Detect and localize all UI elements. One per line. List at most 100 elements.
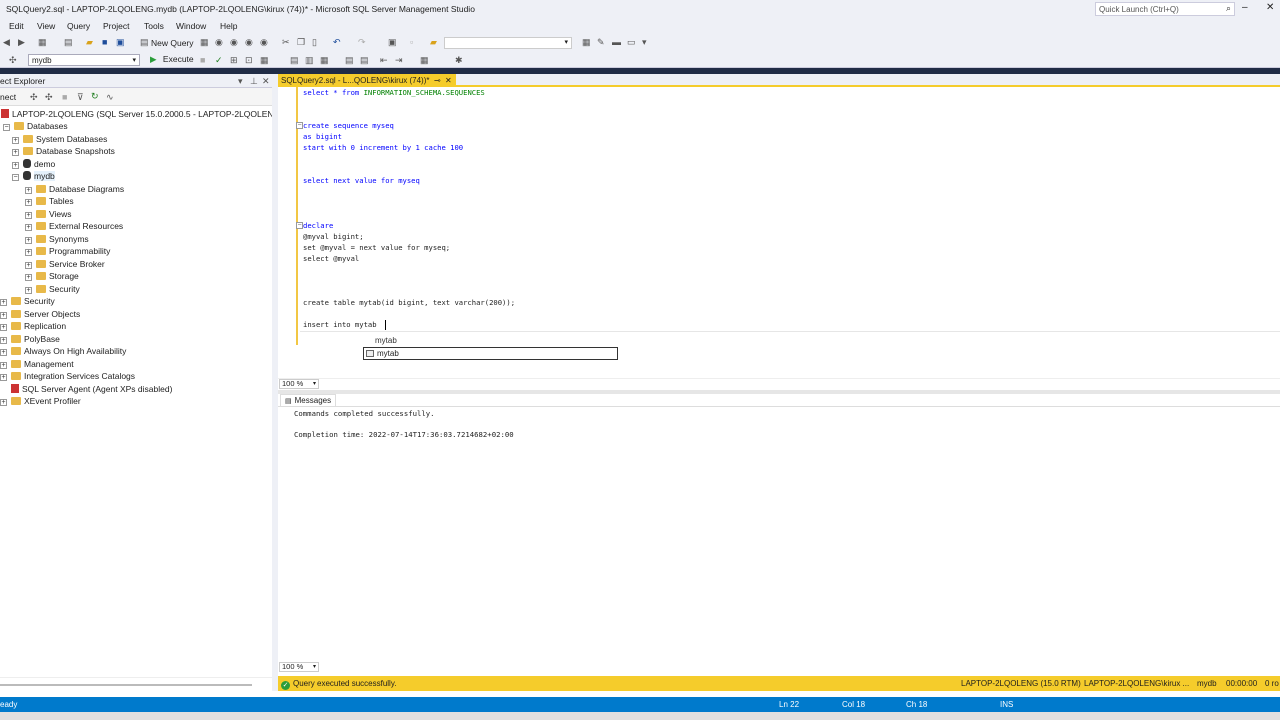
- expand-icon[interactable]: +: [0, 312, 7, 319]
- tree-node-db-security[interactable]: + Security: [25, 283, 80, 295]
- tree-node-database-snapshots[interactable]: + Database Snapshots: [12, 145, 115, 157]
- results-to-icon[interactable]: ▦: [260, 55, 269, 66]
- activity-icon[interactable]: ∿: [106, 92, 114, 103]
- tree-node-sql-server-agent[interactable]: SQL Server Agent (Agent XPs disabled): [11, 383, 172, 395]
- forward-icon[interactable]: ▶: [18, 37, 25, 48]
- query-editor[interactable]: [278, 87, 1280, 377]
- expand-icon[interactable]: +: [0, 399, 7, 406]
- menu-query[interactable]: Query: [67, 21, 90, 31]
- scrollbar-thumb[interactable]: [0, 684, 252, 686]
- wrench-icon[interactable]: ✎: [597, 37, 605, 48]
- expand-icon[interactable]: +: [25, 262, 32, 269]
- results-text-icon[interactable]: ▥: [305, 55, 314, 66]
- find-combo[interactable]: ▾: [444, 37, 572, 49]
- chevron-down-icon[interactable]: ▾: [642, 37, 647, 48]
- expand-icon[interactable]: +: [0, 349, 7, 356]
- tree-node-demo[interactable]: + demo: [12, 158, 55, 170]
- query-tool-icon[interactable]: ◉: [215, 37, 223, 48]
- tree-node-replication[interactable]: + Replication: [0, 320, 66, 332]
- tab-messages[interactable]: ▤ Messages: [280, 394, 336, 406]
- save-icon[interactable]: ■: [102, 37, 107, 47]
- open-file-icon[interactable]: ▰: [86, 37, 93, 48]
- horizontal-scrollbar[interactable]: [0, 677, 272, 691]
- tree-node-programmability[interactable]: + Programmability: [25, 245, 110, 257]
- stop-icon[interactable]: ■: [62, 92, 67, 102]
- tree-node-service-broker[interactable]: + Service Broker: [25, 258, 105, 270]
- tree-node-storage[interactable]: + Storage: [25, 270, 79, 282]
- results-zoom-select[interactable]: 100 % ▾: [279, 662, 319, 672]
- menu-help[interactable]: Help: [220, 21, 237, 31]
- tab-sqlquery2[interactable]: SQLQuery2.sql - L...QOLENG\kirux (74))* …: [278, 74, 456, 87]
- paste-icon[interactable]: ▯: [312, 37, 317, 48]
- results-grid-icon[interactable]: ▤: [290, 55, 299, 66]
- tree-node-polybase[interactable]: + PolyBase: [0, 333, 60, 345]
- close-icon[interactable]: ✕: [262, 76, 270, 87]
- comment-icon[interactable]: ▤: [345, 55, 354, 66]
- collapse-icon[interactable]: −: [296, 222, 303, 229]
- connect-icon[interactable]: ✣: [9, 55, 17, 66]
- copy-icon[interactable]: ❐: [297, 37, 305, 48]
- parse-icon[interactable]: ✓: [215, 55, 223, 66]
- expand-icon[interactable]: +: [25, 199, 32, 206]
- database-select[interactable]: mydb ▾: [28, 54, 140, 66]
- dropdown-icon[interactable]: ▾: [238, 76, 243, 87]
- tree-node-databases[interactable]: − Databases: [3, 120, 68, 132]
- window-layout-icon[interactable]: ▭: [627, 37, 636, 48]
- new-project-icon[interactable]: ▦: [38, 37, 47, 48]
- tree-node-mydb[interactable]: − mydb: [12, 170, 55, 182]
- collapse-icon[interactable]: −: [3, 124, 10, 131]
- expand-icon[interactable]: +: [12, 137, 19, 144]
- expand-icon[interactable]: +: [25, 187, 32, 194]
- collapse-icon[interactable]: −: [12, 174, 19, 181]
- expand-icon[interactable]: +: [12, 149, 19, 156]
- expand-icon[interactable]: +: [25, 237, 32, 244]
- tree-node-server-objects[interactable]: + Server Objects: [0, 308, 80, 320]
- expand-icon[interactable]: +: [12, 162, 19, 169]
- results-splitter[interactable]: [278, 390, 1280, 394]
- menu-project[interactable]: Project: [103, 21, 129, 31]
- menu-tools[interactable]: Tools: [144, 21, 164, 31]
- expand-icon[interactable]: +: [0, 337, 7, 344]
- save-all-icon[interactable]: ▣: [116, 37, 125, 48]
- refresh-icon[interactable]: ↻: [91, 91, 99, 102]
- filter-icon[interactable]: ⊽: [77, 92, 84, 103]
- menu-view[interactable]: View: [37, 21, 55, 31]
- tree-node-server[interactable]: LAPTOP-2LQOLENG (SQL Server 15.0.2000.5 …: [1, 108, 272, 120]
- expand-icon[interactable]: +: [0, 324, 7, 331]
- menu-edit[interactable]: Edit: [9, 21, 24, 31]
- redo-icon[interactable]: ↷: [358, 37, 366, 48]
- query-tool-icon[interactable]: ◉: [230, 37, 238, 48]
- autocomplete-item[interactable]: mytab: [364, 348, 617, 359]
- find-icon[interactable]: ▰: [430, 37, 437, 48]
- expand-icon[interactable]: +: [25, 274, 32, 281]
- tree-node-always-on[interactable]: + Always On High Availability: [0, 345, 126, 357]
- tree-node-tables[interactable]: + Tables: [25, 195, 74, 207]
- specify-values-icon[interactable]: ▦: [420, 55, 429, 66]
- tree-node-synonyms[interactable]: + Synonyms: [25, 233, 89, 245]
- expand-icon[interactable]: +: [25, 249, 32, 256]
- disconnect-icon[interactable]: ✣: [45, 92, 53, 103]
- collapse-icon[interactable]: −: [296, 122, 303, 129]
- zoom-select[interactable]: 100 % ▾: [279, 379, 319, 389]
- uncomment-icon[interactable]: ▤: [360, 55, 369, 66]
- tree-node-system-databases[interactable]: + System Databases: [12, 133, 107, 145]
- plan-icon[interactable]: ⊡: [245, 55, 253, 66]
- stop-icon[interactable]: ■: [200, 55, 205, 65]
- expand-icon[interactable]: +: [25, 224, 32, 231]
- query-tool-icon[interactable]: ◉: [245, 37, 253, 48]
- tree-node-xevent-profiler[interactable]: + XEvent Profiler: [0, 395, 81, 407]
- debug-icon[interactable]: ✱: [455, 55, 463, 66]
- indent-icon[interactable]: ⇤: [380, 55, 388, 66]
- query-tool-icon[interactable]: ◉: [260, 37, 268, 48]
- expand-icon[interactable]: +: [25, 212, 32, 219]
- tree-node-security[interactable]: + Security: [0, 295, 55, 307]
- toolbar-icon[interactable]: ▣: [388, 37, 397, 48]
- close-window-icon[interactable]: ✕: [1266, 2, 1274, 13]
- connect-button[interactable]: nect: [0, 92, 16, 102]
- toolbar-icon[interactable]: ▫: [410, 37, 413, 47]
- undo-icon[interactable]: ↶: [333, 37, 341, 48]
- new-query-button[interactable]: New Query: [151, 38, 194, 48]
- tree-node-database-diagrams[interactable]: + Database Diagrams: [25, 183, 124, 195]
- pin-icon[interactable]: ⊥: [250, 76, 258, 87]
- expand-icon[interactable]: +: [0, 374, 7, 381]
